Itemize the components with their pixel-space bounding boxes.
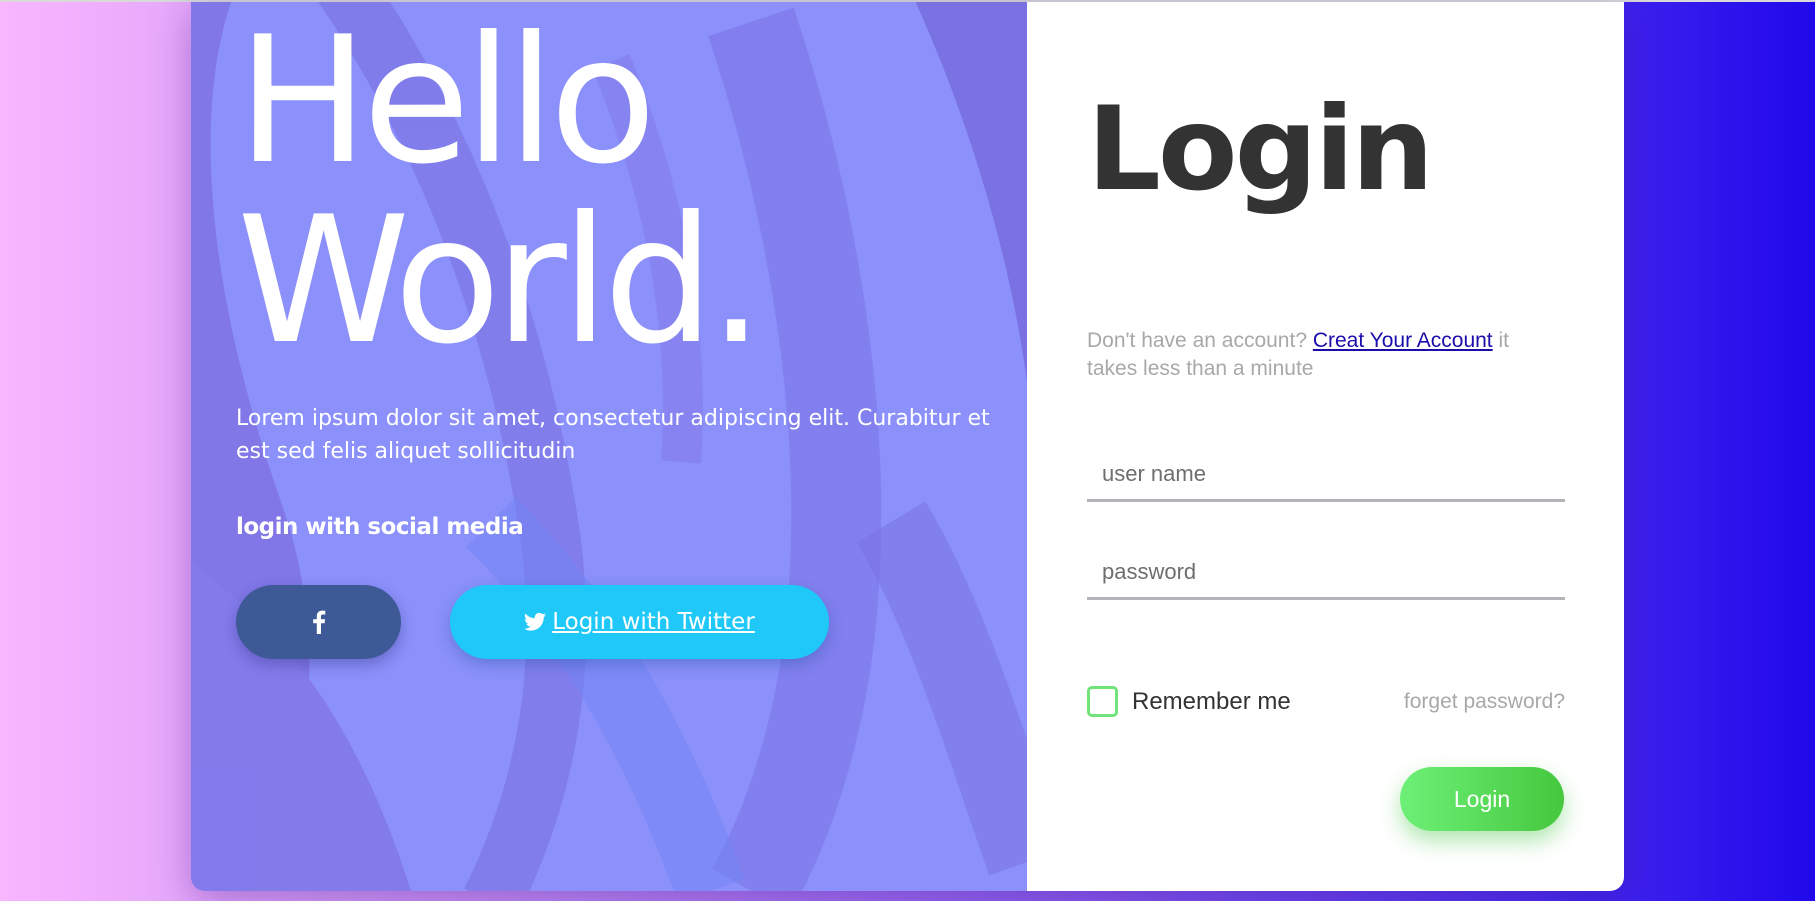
- username-input[interactable]: [1087, 448, 1565, 502]
- remember-me[interactable]: Remember me: [1087, 686, 1291, 717]
- twitter-icon: [524, 612, 547, 631]
- hero-heading-line1: Hello: [237, 2, 657, 203]
- forget-password-link[interactable]: forget password?: [1404, 690, 1565, 714]
- hero-panel: Hello World. Lorem ipsum dolor sit amet,…: [191, 2, 1027, 891]
- hero-heading-line2: World.: [237, 180, 764, 383]
- signup-prefix: Don't have an account?: [1087, 329, 1307, 352]
- login-form-panel: Login Don't have an account? Creat Your …: [1027, 2, 1624, 891]
- login-title: Login: [1087, 82, 1434, 217]
- password-input[interactable]: [1087, 546, 1565, 600]
- twitter-login-label: Login with Twitter: [552, 609, 755, 635]
- login-button[interactable]: Login: [1400, 767, 1564, 831]
- facebook-login-button[interactable]: [236, 585, 401, 659]
- hero-heading: Hello World.: [237, 2, 764, 383]
- facebook-icon: [312, 610, 325, 634]
- signup-prompt: Don't have an account? Creat Your Accoun…: [1087, 327, 1557, 383]
- remember-me-checkbox[interactable]: [1087, 686, 1118, 717]
- twitter-login-button[interactable]: Login with Twitter: [450, 585, 829, 659]
- remember-me-label: Remember me: [1132, 687, 1291, 715]
- social-login-title: login with social media: [236, 514, 524, 540]
- login-card: Hello World. Lorem ipsum dolor sit amet,…: [191, 2, 1624, 891]
- create-account-link[interactable]: Creat Your Account: [1313, 329, 1493, 352]
- hero-description: Lorem ipsum dolor sit amet, consectetur …: [236, 406, 990, 464]
